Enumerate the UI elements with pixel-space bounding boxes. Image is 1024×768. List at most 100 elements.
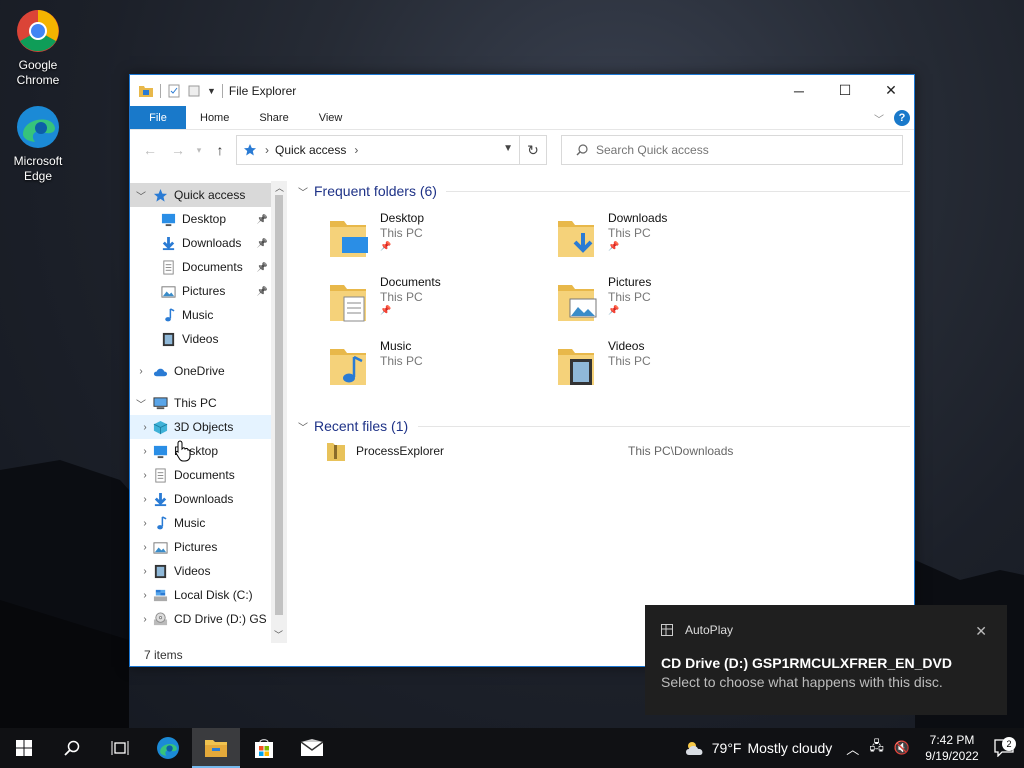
tab-home[interactable]: Home	[186, 106, 244, 129]
address-dropdown-icon[interactable]: ▼	[503, 143, 513, 154]
nav-item-documents[interactable]: › Documents	[130, 463, 286, 487]
nav-item-pictures[interactable]: › Pictures	[130, 535, 286, 559]
nav-item-desktop[interactable]: › Desktop	[130, 439, 286, 463]
chevron-right-icon[interactable]: ›	[138, 566, 152, 577]
pin-icon: 📌	[380, 241, 392, 251]
clock-time: 7:42 PM	[929, 733, 975, 747]
nav-item-videos[interactable]: › Videos	[130, 559, 286, 583]
taskbar-file-explorer[interactable]	[192, 728, 240, 768]
cloud-icon	[152, 363, 168, 379]
chevron-right-icon[interactable]: ›	[138, 542, 152, 553]
nav-item-3d-objects[interactable]: › 3D Objects	[130, 415, 286, 439]
close-button[interactable]: ✕	[868, 75, 914, 106]
video-icon	[152, 563, 168, 579]
folder-tile-music[interactable]: Music This PC	[328, 339, 548, 399]
chevron-right-icon[interactable]: ›	[130, 366, 152, 377]
nav-item-music[interactable]: Music	[130, 303, 286, 327]
autoplay-notification[interactable]: AutoPlay ✕ CD Drive (D:) GSP1RMCULXFRER_…	[645, 605, 1007, 715]
folder-tile-desktop[interactable]: Desktop This PC 📌	[328, 211, 548, 271]
tab-share[interactable]: Share	[244, 106, 303, 129]
chevron-right-icon[interactable]: ›	[138, 470, 152, 481]
status-bar-item-count: 7 items	[144, 648, 183, 662]
navigation-pane[interactable]: ﹀ Quick access Desktop 📌 Downloads 📌 Documents…	[130, 183, 286, 643]
forward-button[interactable]: →	[164, 142, 192, 158]
up-button[interactable]: ↑	[206, 142, 234, 158]
search-input[interactable]	[596, 143, 876, 157]
nav-item-this-pc[interactable]: ﹀ This PC	[130, 391, 286, 415]
recent-files-header[interactable]: ﹀ Recent files (1)	[298, 413, 408, 439]
nav-item-downloads[interactable]: Downloads 📌	[130, 231, 286, 255]
frequent-folders-header[interactable]: ﹀ Frequent folders (6)	[298, 178, 437, 204]
document-icon	[152, 467, 168, 483]
maximize-button[interactable]: ☐	[822, 75, 868, 106]
help-icon[interactable]: ?	[894, 110, 910, 126]
nav-item-label: 3D Objects	[174, 420, 234, 434]
chevron-right-icon[interactable]: ›	[138, 422, 152, 433]
nav-item-downloads[interactable]: › Downloads	[130, 487, 286, 511]
taskbar-edge[interactable]	[144, 728, 192, 768]
search-box[interactable]	[561, 135, 903, 165]
expand-ribbon-icon[interactable]: ﹀	[874, 111, 884, 126]
network-icon[interactable]: 🖧	[869, 737, 884, 759]
recent-locations-button[interactable]: ▾	[192, 145, 206, 156]
address-bar[interactable]: › Quick access › ▼	[236, 135, 520, 165]
refresh-button[interactable]: ↻	[519, 135, 547, 165]
volume-muted-icon[interactable]: 🔇	[894, 740, 910, 756]
chevron-down-icon[interactable]: ﹀	[130, 396, 152, 411]
back-button[interactable]: ←	[136, 142, 164, 158]
show-hidden-icons-icon[interactable]: ︿	[846, 739, 859, 758]
minimize-button[interactable]: ─	[776, 75, 822, 106]
nav-item-desktop[interactable]: Desktop 📌	[130, 207, 286, 231]
properties-icon[interactable]	[167, 84, 181, 98]
chevron-right-icon[interactable]: ›	[138, 614, 152, 625]
list-item[interactable]: ProcessExplorer This PC\Downloads	[326, 439, 786, 463]
clock[interactable]: 7:42 PM 9/19/2022	[920, 732, 984, 764]
nav-item-label: Downloads	[182, 236, 242, 250]
store-icon	[255, 739, 273, 758]
nav-item-cd-drive-d-gs[interactable]: › CD Drive (D:) GS	[130, 607, 286, 631]
breadcrumb-separator-icon[interactable]: ›	[354, 143, 358, 157]
video-icon	[160, 331, 176, 347]
breadcrumb[interactable]: Quick access	[275, 143, 346, 157]
chevron-right-icon[interactable]: ›	[138, 590, 152, 601]
nav-item-pictures[interactable]: Pictures 📌	[130, 279, 286, 303]
chevron-down-icon[interactable]: ﹀	[130, 188, 152, 203]
mail-icon	[300, 739, 324, 756]
scroll-down-icon[interactable]: ﹀	[274, 628, 283, 641]
nav-item-videos[interactable]: Videos	[130, 327, 286, 351]
nav-item-label: Documents	[182, 260, 243, 274]
desktop-shortcut-edge[interactable]: Microsoft Edge	[0, 104, 76, 184]
folder-tile-documents[interactable]: Documents This PC 📌	[328, 275, 548, 335]
nav-item-documents[interactable]: Documents 📌	[130, 255, 286, 279]
tab-view[interactable]: View	[304, 106, 358, 129]
task-view-button[interactable]	[96, 728, 144, 768]
nav-scrollbar[interactable]: ︿ ﹀	[271, 181, 287, 643]
nav-item-local-disk-c[interactable]: › Local Disk (C:)	[130, 583, 286, 607]
folder-tile-pictures[interactable]: Pictures This PC 📌	[556, 275, 776, 335]
action-center-button[interactable]: 2	[984, 737, 1024, 757]
customize-toolbar-dropdown-icon[interactable]: ▼	[207, 86, 216, 96]
taskbar-store[interactable]	[240, 728, 288, 768]
weather-widget[interactable]: 79°F Mostly cloudy	[684, 740, 832, 756]
chevron-right-icon[interactable]: ›	[138, 446, 152, 457]
pin-icon: 📌	[608, 305, 620, 315]
chevron-right-icon[interactable]: ›	[138, 518, 152, 529]
title-bar[interactable]: ▼ File Explorer ─ ☐ ✕	[130, 75, 914, 106]
new-folder-icon[interactable]	[187, 84, 201, 98]
chevron-right-icon[interactable]: ›	[138, 494, 152, 505]
folder-tile-videos[interactable]: Videos This PC	[556, 339, 776, 399]
close-icon[interactable]: ✕	[975, 623, 987, 640]
scroll-thumb[interactable]	[275, 195, 283, 615]
start-button[interactable]	[0, 728, 48, 768]
nav-item-quick-access[interactable]: ﹀ Quick access	[130, 183, 286, 207]
folder-tile-downloads[interactable]: Downloads This PC 📌	[556, 211, 776, 271]
clock-date: 9/19/2022	[925, 749, 979, 763]
desktop-shortcut-chrome[interactable]: Google Chrome	[0, 8, 76, 88]
nav-item-music[interactable]: › Music	[130, 511, 286, 535]
search-button[interactable]	[48, 728, 96, 768]
taskbar-mail[interactable]	[288, 728, 336, 768]
tab-file[interactable]: File	[130, 106, 186, 129]
nav-item-onedrive[interactable]: › OneDrive	[130, 359, 286, 383]
nav-item-label: Music	[174, 516, 206, 530]
scroll-up-icon[interactable]: ︿	[275, 181, 284, 194]
